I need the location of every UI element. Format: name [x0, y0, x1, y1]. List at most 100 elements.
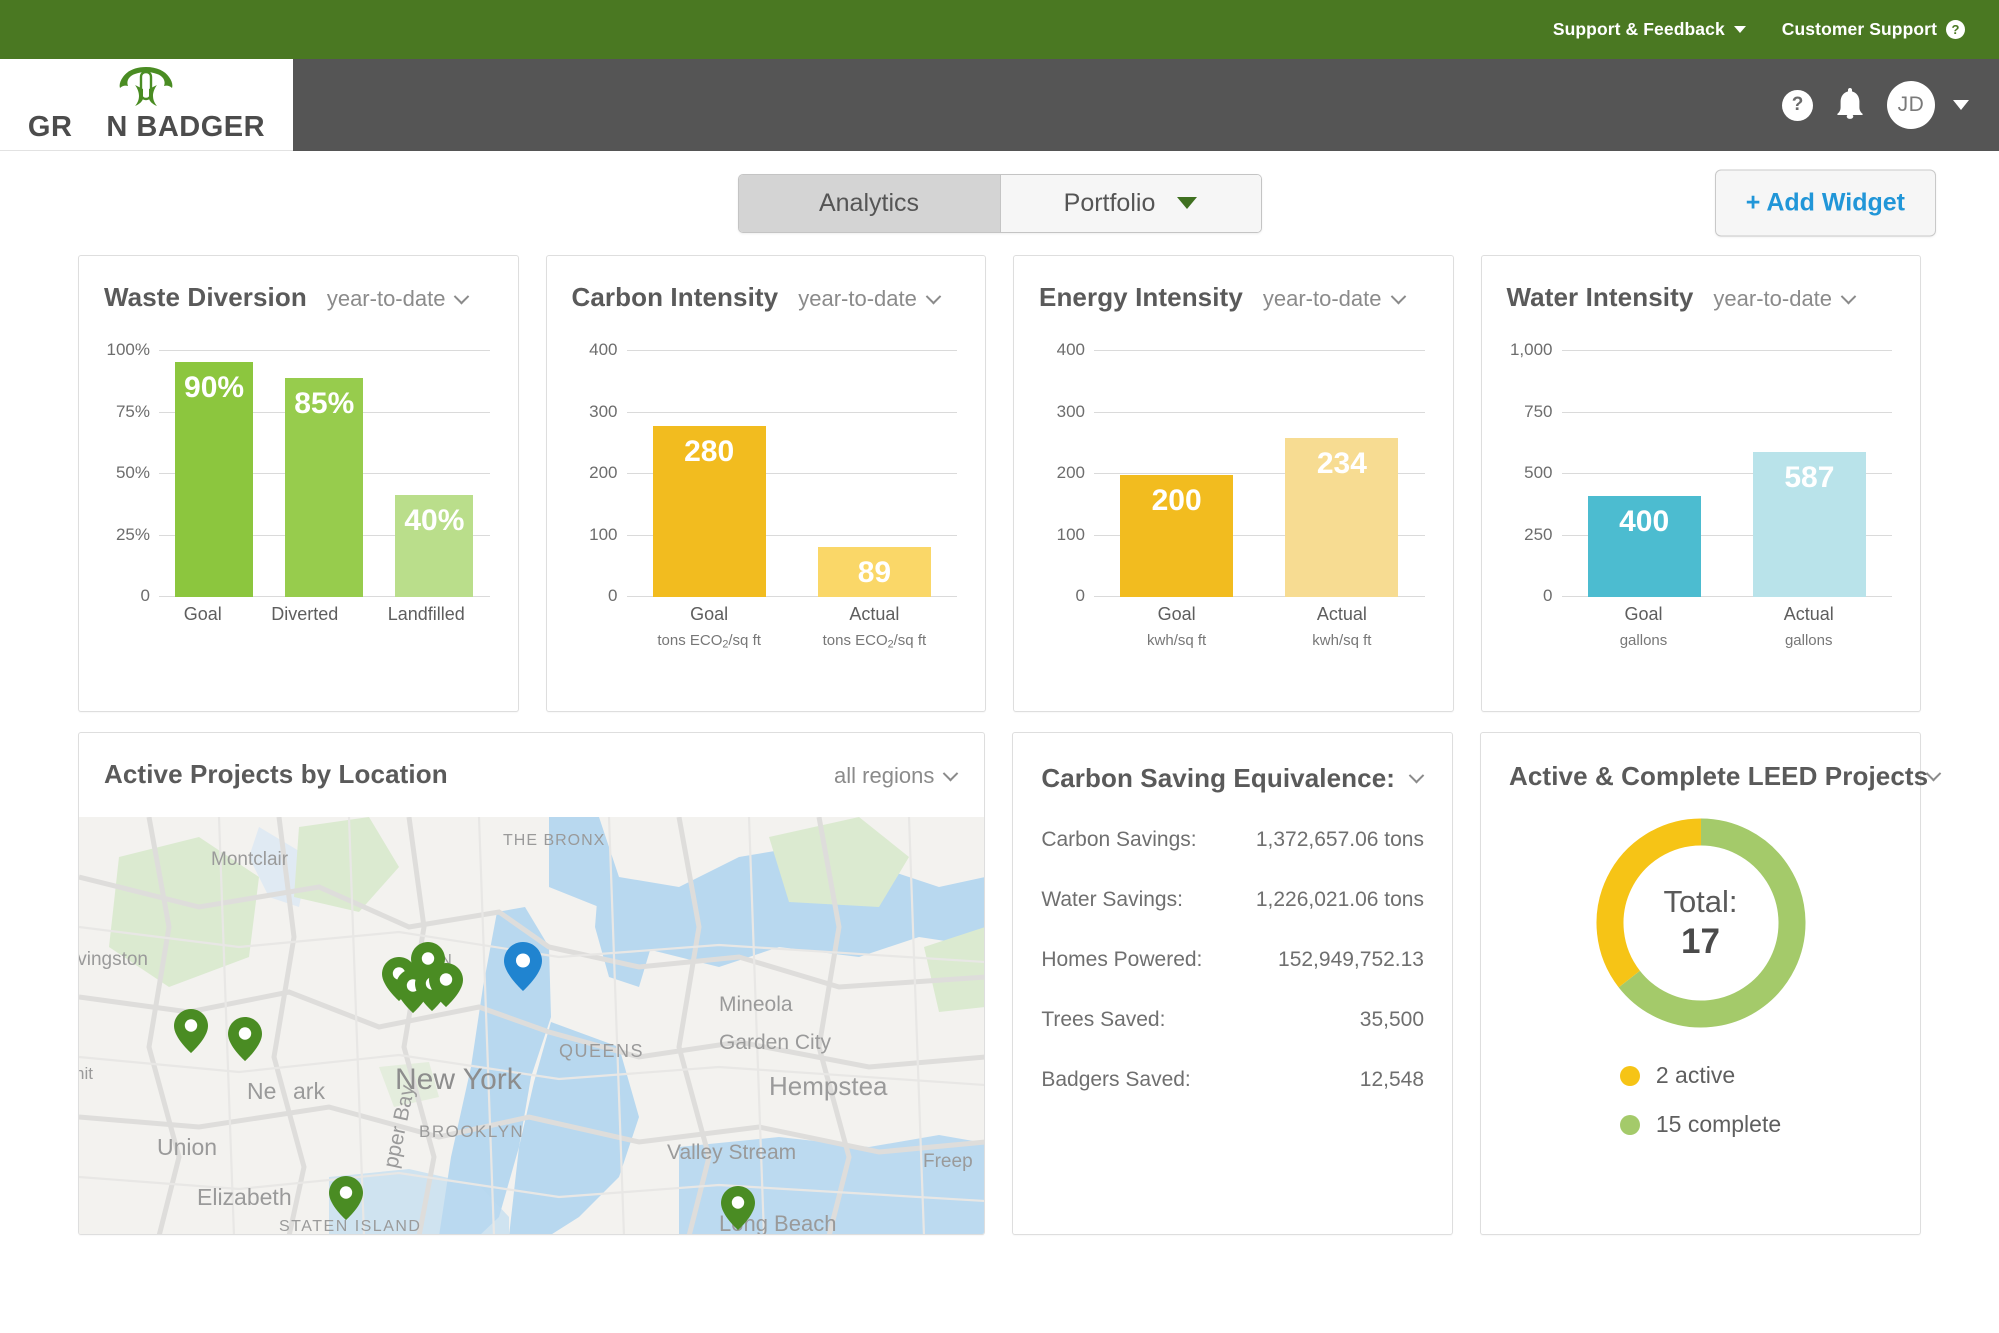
- badger-logo-icon: [115, 65, 177, 116]
- y-axis-tick-label: 0: [140, 586, 150, 605]
- widget-leed-projects: Active & Complete LEED Projects Total: 1…: [1480, 732, 1942, 1235]
- x-axis-label: Goal tons ECO2/sq ft: [657, 604, 761, 650]
- chevron-down-icon[interactable]: [1953, 100, 1969, 110]
- x-axis-unit: kwh/sq ft: [1147, 632, 1207, 649]
- y-axis-tick-label: 400: [589, 340, 618, 359]
- map-label: Montclair: [211, 849, 289, 870]
- equivalence-label: Badgers Saved:: [1041, 1068, 1191, 1091]
- support-feedback-menu[interactable]: Support & Feedback: [1535, 19, 1764, 40]
- x-axis-unit: tons ECO2/sq ft: [822, 632, 927, 651]
- logo-wordmark: GR N BADGER: [28, 111, 265, 144]
- y-axis-tick-label: 1,000: [1509, 340, 1553, 359]
- equivalence-value: 1,226,021.06 tons: [1255, 888, 1424, 911]
- widget-waste-diversion: Waste Diversion year-to-date 0 25% 50% 75% 1…: [78, 255, 519, 712]
- y-axis-tick-label: 75%: [115, 401, 150, 421]
- bar-value-label: 400: [1619, 505, 1670, 539]
- widget-carbon-intensity: Carbon Intensity year-to-date 0 100 200 300…: [545, 255, 986, 712]
- energy-intensity-chart: 0 100 200 300 400 200 234 Goal kwh/sq ft Actual k…: [1036, 340, 1431, 649]
- donut-total-value: 17: [1681, 922, 1720, 961]
- customer-support-label: Customer Support: [1781, 19, 1937, 39]
- period-select-waste[interactable]: year-to-date: [327, 286, 470, 312]
- legend-label: 2 active: [1655, 1062, 1736, 1088]
- bar[interactable]: 89: [817, 546, 931, 597]
- chevron-down-icon: [1733, 26, 1746, 33]
- chevron-down-icon: [943, 765, 959, 781]
- x-axis-category: Goal: [1157, 604, 1196, 624]
- support-feedback-label: Support & Feedback: [1552, 19, 1725, 39]
- notification-bell-icon[interactable]: [1835, 86, 1865, 124]
- region-filter-select[interactable]: all regions: [834, 763, 959, 789]
- legend-item[interactable]: 15 complete: [1619, 1111, 1781, 1138]
- map-label: ark: [293, 1078, 325, 1104]
- y-axis-tick-label: 100: [589, 524, 618, 544]
- x-axis-category: Actual: [1316, 604, 1367, 624]
- logo[interactable]: GR N BADGER: [0, 59, 293, 151]
- equivalence-label: Carbon Savings:: [1041, 828, 1197, 851]
- widget-water-intensity: Water Intensity year-to-date 0 250 500 750 1…: [1480, 255, 1921, 712]
- chevron-down-icon: [1840, 288, 1857, 304]
- x-axis-label: Actual tons ECO2/sq ft: [823, 604, 927, 650]
- equivalence-value: 35,500: [1359, 1008, 1424, 1031]
- avatar[interactable]: JD: [1887, 81, 1935, 129]
- legend-item[interactable]: 2 active: [1619, 1062, 1781, 1089]
- widget-active-projects-map: Active Projects by Location all regions: [78, 732, 986, 1235]
- leed-collapse-toggle[interactable]: [1925, 765, 1942, 782]
- tab-portfolio[interactable]: Portfolio: [999, 174, 1261, 232]
- legend-color-dot: [1619, 1065, 1640, 1086]
- period-select-value: year-to-date: [1713, 286, 1833, 311]
- equivalence-value: 152,949,752.13: [1278, 948, 1424, 971]
- y-axis-tick-label: 50%: [115, 463, 150, 482]
- widget-energy-intensity: Energy Intensity year-to-date 0 100 200 300…: [1013, 255, 1454, 712]
- equivalence-collapse-toggle[interactable]: [1408, 767, 1425, 784]
- equivalence-list: Carbon Savings: 1,372,657.06 tons Water Sa…: [1013, 794, 1452, 1110]
- add-widget-button[interactable]: + Add Widget: [1714, 169, 1936, 237]
- bar[interactable]: 587: [1752, 451, 1866, 597]
- period-select-energy[interactable]: year-to-date: [1263, 286, 1406, 312]
- x-axis-category: Actual: [849, 604, 900, 624]
- y-axis-tick-label: 0: [1075, 586, 1085, 605]
- x-axis-category: Goal: [1624, 604, 1663, 624]
- bar[interactable]: 400: [1587, 496, 1701, 597]
- widget-title: Active & Complete LEED Projects: [1509, 761, 1929, 791]
- y-axis-tick-label: 250: [1524, 524, 1553, 544]
- x-axis-category: Goal: [690, 604, 729, 624]
- bar[interactable]: 85%: [285, 378, 364, 597]
- equivalence-row: Trees Saved: 35,500: [1041, 990, 1424, 1050]
- leed-legend: 2 active 15 complete: [1619, 1062, 1781, 1138]
- widget-title: Waste Diversion: [104, 282, 307, 312]
- bar-group: 400 587: [1562, 351, 1893, 597]
- period-select-carbon[interactable]: year-to-date: [798, 286, 942, 312]
- y-axis-tick-label: 100%: [106, 340, 150, 359]
- equivalence-row: Water Savings: 1,226,021.06 tons: [1041, 870, 1424, 930]
- bar-value-label: 200: [1151, 484, 1202, 518]
- bar[interactable]: 280: [652, 426, 766, 597]
- tab-analytics[interactable]: Analytics: [738, 174, 1000, 232]
- map-label: Garden City: [719, 1031, 832, 1054]
- y-axis-tick-label: 200: [1056, 463, 1085, 482]
- bar[interactable]: 90%: [175, 362, 254, 597]
- customer-support-link[interactable]: Customer Support ?: [1764, 19, 1983, 40]
- tab-portfolio-label: Portfolio: [1063, 188, 1156, 217]
- map-label: Freep: [923, 1151, 973, 1172]
- x-axis-category: Actual: [1783, 604, 1834, 624]
- y-axis-tick-label: 300: [1056, 401, 1085, 421]
- x-axis-unit: gallons: [1619, 632, 1668, 649]
- bar-group: 280 89: [627, 351, 958, 597]
- view-switcher: Analytics Portfolio: [737, 173, 1262, 233]
- x-axis-unit: kwh/sq ft: [1312, 632, 1372, 649]
- utility-bar: Support & Feedback Customer Support ?: [0, 0, 1999, 59]
- bar[interactable]: 234: [1285, 438, 1399, 597]
- period-select-water[interactable]: year-to-date: [1713, 286, 1857, 312]
- equivalence-row: Homes Powered: 152,949,752.13: [1041, 930, 1424, 990]
- logo-text-left: GR: [27, 111, 73, 143]
- water-intensity-chart: 0 250 500 750 1,000 400 587 Goal gallons Actual g…: [1504, 340, 1899, 649]
- map-label: QUEENS: [559, 1041, 644, 1061]
- bar[interactable]: 40%: [395, 494, 474, 597]
- map-label: STATEN ISLAND: [279, 1218, 421, 1234]
- chevron-down-icon: [1390, 288, 1406, 304]
- bar[interactable]: 200: [1120, 475, 1234, 597]
- widget-title: Carbon Intensity: [571, 282, 779, 312]
- map-canvas[interactable]: Montclair ivingston Ne ark Union Elizabe…: [79, 817, 985, 1234]
- help-icon[interactable]: ?: [1782, 89, 1813, 121]
- map-label: Elizabeth: [197, 1184, 292, 1210]
